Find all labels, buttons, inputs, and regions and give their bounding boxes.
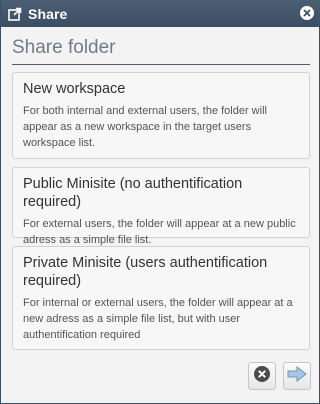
share-icon (8, 7, 22, 21)
share-dialog: Share Share folder New workspace For bot… (0, 0, 320, 404)
option-public-minisite[interactable]: Public Minisite (no authentification req… (12, 167, 310, 246)
option-private-minisite[interactable]: Private Minisite (users authentification… (12, 246, 310, 350)
option-description: For external users, the folder will appe… (23, 218, 296, 246)
arrow-right-icon (287, 365, 307, 387)
option-new-workspace[interactable]: New workspace For both internal and exte… (12, 72, 310, 159)
option-description: For internal or external users, the fold… (23, 297, 293, 341)
cancel-circle-icon (253, 365, 271, 388)
option-description: For both internal and external users, th… (23, 105, 267, 149)
option-title: Private Minisite (users authentification… (23, 255, 268, 289)
dialog-title: Share (28, 5, 68, 22)
option-title: New workspace (23, 81, 126, 97)
dialog-heading: Share folder (12, 37, 310, 65)
dialog-titlebar: Share (1, 0, 320, 27)
cancel-button[interactable] (248, 362, 276, 390)
close-icon[interactable] (300, 6, 314, 20)
option-title: Public Minisite (no authentification req… (23, 176, 243, 210)
next-button[interactable] (283, 362, 311, 390)
